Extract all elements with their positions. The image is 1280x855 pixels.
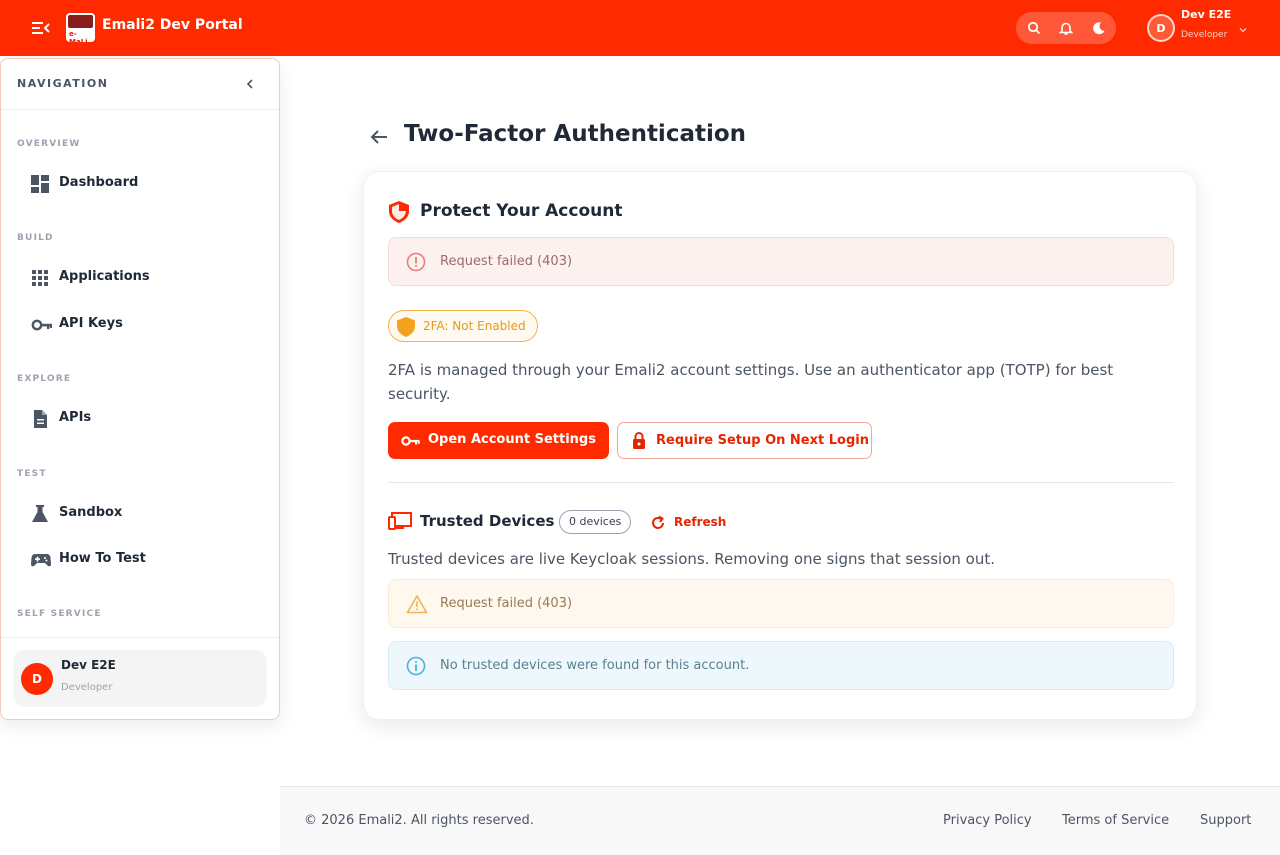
apps-grid-icon <box>31 269 49 287</box>
refresh-icon <box>650 515 666 535</box>
sidebar-item-sandbox[interactable]: Sandbox <box>15 494 265 534</box>
sidebar-item-apis[interactable]: APIs <box>15 399 265 439</box>
section-build: BUILD <box>17 233 54 243</box>
lock-icon <box>632 432 646 453</box>
trusted-devices-description: Trusted devices are live Keycloak sessio… <box>388 550 995 568</box>
section-overview: OVERVIEW <box>17 139 81 149</box>
button-label: Open Account Settings <box>428 432 596 447</box>
app-title: Emali2 Dev Portal <box>102 17 243 33</box>
back-arrow-icon[interactable] <box>368 126 390 148</box>
divider <box>388 482 1174 483</box>
copyright: © 2026 Emali2. All rights reserved. <box>304 813 534 828</box>
shield-icon <box>388 200 410 228</box>
sidebar-item-label: How To Test <box>59 551 146 566</box>
gamepad-icon <box>31 551 51 569</box>
warning-triangle-icon <box>406 594 428 614</box>
sidebar-item-label: API Keys <box>59 316 123 331</box>
menu-collapse-icon[interactable] <box>30 18 52 38</box>
devices-icon <box>388 512 413 534</box>
sidebar-item-label: APIs <box>59 410 92 425</box>
user-name: Dev E2E <box>1181 8 1232 21</box>
document-icon <box>31 410 49 428</box>
collapse-sidebar-button[interactable] <box>239 73 261 95</box>
key-icon <box>401 433 421 452</box>
user-role: Developer <box>61 682 113 693</box>
device-count-badge: 0 devices <box>559 510 632 534</box>
sidebar-item-applications[interactable]: Applications <box>15 258 265 298</box>
2fa-status-badge: 2FA: Not Enabled <box>388 310 538 342</box>
user-name: Dev E2E <box>61 658 116 672</box>
section-test: TEST <box>17 469 47 479</box>
user-role: Developer <box>1181 30 1228 40</box>
alert-text: Request failed (403) <box>440 254 573 269</box>
sidebar-item-label: Applications <box>59 269 150 284</box>
require-setup-button[interactable]: Require Setup On Next Login <box>617 422 872 459</box>
chevron-down-icon <box>1238 20 1248 39</box>
search-icon[interactable] <box>1018 12 1050 44</box>
sidebar-footer: D Dev E2E Developer <box>1 637 279 719</box>
header-tools <box>1016 12 1116 44</box>
app-logo: e-MaLi <box>66 13 95 42</box>
support-link[interactable]: Support <box>1200 813 1251 828</box>
error-alert: Request failed (403) <box>388 237 1174 286</box>
sidebar-item-dashboard[interactable]: Dashboard <box>15 164 265 204</box>
key-icon <box>31 316 53 334</box>
moon-icon[interactable] <box>1082 12 1114 44</box>
page-title: Two-Factor Authentication <box>404 121 747 147</box>
error-circle-icon <box>406 252 426 272</box>
sidebar-user-card[interactable]: D Dev E2E Developer <box>13 650 267 707</box>
sidebar-item-how-to-test[interactable]: How To Test <box>15 540 265 580</box>
section-self-service: SELF SERVICE <box>17 609 102 619</box>
sidebar-item-api-keys[interactable]: API Keys <box>15 305 265 345</box>
flask-icon <box>31 505 49 523</box>
avatar: D <box>21 663 53 695</box>
badge-text: 2FA: Not Enabled <box>423 319 526 333</box>
privacy-policy-link[interactable]: Privacy Policy <box>943 813 1032 828</box>
info-alert: No trusted devices were found for this a… <box>388 641 1174 690</box>
warning-alert: Request failed (403) <box>388 579 1174 628</box>
button-label: Require Setup On Next Login <box>656 433 869 448</box>
bell-icon[interactable] <box>1050 12 1082 44</box>
dashboard-icon <box>31 175 49 193</box>
sidebar: NAVIGATION OVERVIEW Dashboard BUILD Appl… <box>0 58 280 720</box>
sidebar-item-label: Sandbox <box>59 505 123 520</box>
terms-of-service-link[interactable]: Terms of Service <box>1062 813 1169 828</box>
alert-text: Request failed (403) <box>440 596 573 611</box>
sidebar-item-label: Dashboard <box>59 175 139 190</box>
2fa-description: 2FA is managed through your Emali2 accou… <box>388 361 1114 403</box>
shield-icon <box>397 317 415 341</box>
card-title: Protect Your Account <box>420 201 623 221</box>
trusted-devices-title: Trusted Devices <box>420 512 555 530</box>
alert-text: No trusted devices were found for this a… <box>440 658 750 673</box>
sidebar-title: NAVIGATION <box>17 77 109 90</box>
info-circle-icon <box>406 656 426 676</box>
open-account-settings-button[interactable]: Open Account Settings <box>388 422 609 459</box>
button-label: Refresh <box>674 515 727 529</box>
sidebar-header: NAVIGATION <box>1 59 279 110</box>
footer: © 2026 Emali2. All rights reserved. Priv… <box>280 786 1280 855</box>
two-factor-card: Protect Your Account Request failed (403… <box>363 171 1197 720</box>
top-bar: e-MaLi Emali2 Dev Portal D Dev E2E Devel… <box>0 0 1280 56</box>
user-menu[interactable]: D Dev E2E Developer <box>1140 6 1256 50</box>
avatar: D <box>1147 14 1175 42</box>
section-explore: EXPLORE <box>17 374 72 384</box>
